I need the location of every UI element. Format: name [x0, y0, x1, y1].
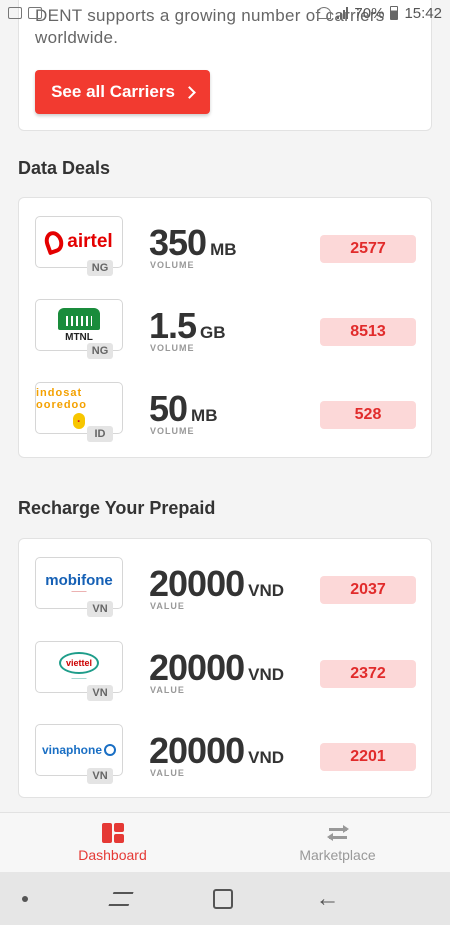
viettel-oval-icon: viettel [59, 652, 99, 674]
amount-value: 50 [149, 388, 188, 429]
amount-unit: MB [210, 240, 237, 259]
signal-icon [337, 7, 349, 19]
amount-caption: VALUE [150, 685, 185, 695]
vinaphone-mark-icon [104, 744, 116, 756]
recharge-card: mobifone ——— VN 20000 VND VALUE 2037 viett… [18, 538, 432, 798]
amount-caption: VOLUME [150, 260, 195, 270]
bottom-nav: Dashboard Marketplace [0, 812, 450, 872]
system-nav-bar: ← [0, 872, 450, 925]
amount-caption: VOLUME [150, 343, 195, 353]
recharge-row[interactable]: vinaphone VN 20000 VND VALUE 2201 [19, 724, 433, 794]
logo-text: vinaphone [41, 743, 102, 757]
amount-value: 1.5 [149, 305, 197, 346]
price-button[interactable]: 2201 [320, 743, 416, 771]
ooredoo-mark-icon: · [73, 413, 85, 429]
wifi-icon [317, 7, 332, 19]
airtel-swirl-icon [42, 228, 67, 256]
nav-dashboard[interactable]: Dashboard [0, 813, 225, 872]
recent-apps-icon[interactable] [107, 891, 134, 906]
country-badge: NG [87, 260, 113, 276]
dot-icon[interactable] [22, 895, 28, 902]
deal-row[interactable]: indosat ooredoo · ID 50 MB VOLUME 528 [19, 382, 433, 452]
amount-caption: VALUE [150, 768, 185, 778]
telephone-icon [58, 307, 100, 330]
country-badge: NG [87, 343, 113, 359]
amount-value: 350 [149, 222, 207, 263]
see-all-carriers-label: See all Carriers [51, 82, 175, 101]
recharge-row[interactable]: mobifone ——— VN 20000 VND VALUE 2037 [19, 557, 433, 627]
data-deals-title: Data Deals [18, 158, 111, 178]
status-bar: 70% 15:42 [0, 0, 450, 26]
amount-unit: VND [248, 581, 285, 600]
see-all-carriers-button[interactable]: See all Carriers [35, 70, 210, 114]
logo-text: viettel [65, 658, 92, 668]
amount-unit: GB [200, 323, 226, 342]
country-badge: VN [87, 768, 113, 784]
checkbox-icon [28, 7, 42, 19]
price-button[interactable]: 2037 [320, 576, 416, 604]
swap-arrows-icon [326, 823, 349, 843]
country-badge: VN [87, 601, 113, 617]
nav-marketplace[interactable]: Marketplace [225, 813, 450, 872]
nav-dashboard-label: Dashboard [78, 846, 147, 863]
home-icon[interactable] [213, 888, 233, 909]
recharge-row[interactable]: viettel ——— VN 20000 VND VALUE 2372 [19, 641, 433, 711]
country-badge: VN [87, 685, 113, 701]
logo-text: indosat ooredoo [36, 387, 87, 411]
country-badge: ID [87, 426, 113, 442]
amount-value: 20000 [149, 730, 245, 771]
battery-icon [390, 6, 399, 20]
amount-caption: VOLUME [150, 426, 195, 436]
deal-row[interactable]: MTNL NG 1.5 GB VOLUME 8513 [19, 299, 433, 369]
amount-unit: MB [191, 406, 218, 425]
recharge-title: Recharge Your Prepaid [18, 498, 216, 518]
chevron-right-icon [183, 85, 196, 99]
logo-text: airtel [67, 231, 113, 252]
clock: 15:42 [404, 4, 442, 22]
nav-marketplace-label: Marketplace [299, 846, 376, 863]
logo-text: mobifone [45, 571, 113, 589]
logo-tagline-icon: ——— [71, 588, 87, 595]
amount-unit: VND [248, 748, 285, 767]
deal-row[interactable]: airtel NG 350 MB VOLUME 2577 [19, 216, 433, 286]
price-button[interactable]: 2577 [320, 235, 416, 263]
price-button[interactable]: 528 [320, 401, 416, 429]
gallery-icon [8, 7, 22, 19]
price-button[interactable]: 2372 [320, 660, 416, 688]
amount-value: 20000 [149, 563, 245, 604]
data-deals-card: airtel NG 350 MB VOLUME 2577 MTNL NG 1.5 G… [18, 197, 432, 458]
logo-tagline-icon: ——— [71, 676, 87, 682]
price-button[interactable]: 8513 [320, 318, 416, 346]
amount-unit: VND [248, 665, 285, 684]
battery-percent: 70% [354, 4, 385, 22]
logo-text: MTNL [65, 331, 93, 343]
amount-value: 20000 [149, 647, 245, 688]
amount-caption: VALUE [150, 601, 185, 611]
dashboard-icon [101, 822, 124, 843]
back-arrow-icon[interactable]: ← [316, 886, 340, 911]
